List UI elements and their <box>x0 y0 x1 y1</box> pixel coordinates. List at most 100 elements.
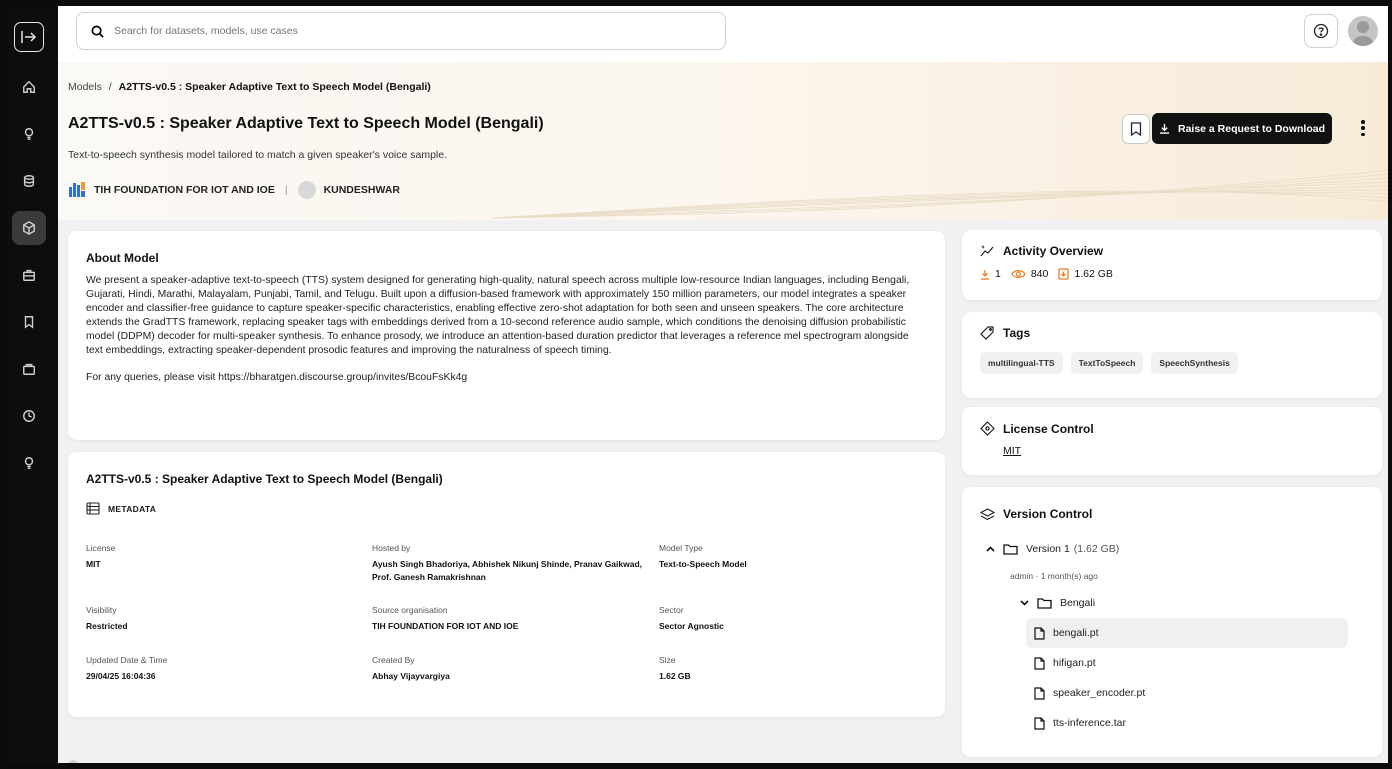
file-row-bengali[interactable]: bengali.pt <box>1026 618 1348 648</box>
version-control-card: Version Control Version 1 (1.62 GB) admi… <box>962 487 1382 757</box>
meta-value: TIH FOUNDATION FOR IOT AND IOE <box>372 621 519 631</box>
about-description: We present a speaker-adaptive text-to-sp… <box>86 275 910 356</box>
expand-sidebar-icon[interactable] <box>14 22 44 52</box>
file-row-speaker-encoder[interactable]: speaker_encoder.pt <box>1026 678 1348 708</box>
folder-icon <box>1003 544 1018 555</box>
version-row[interactable]: Version 1 (1.62 GB) <box>986 534 1119 564</box>
owner-avatar <box>297 181 316 199</box>
top-bar <box>58 0 1392 62</box>
file-name: tts-inference.tar <box>1053 717 1126 729</box>
cube-icon[interactable] <box>12 211 46 245</box>
breadcrumb-models-link[interactable]: Models <box>68 81 102 93</box>
owner-separator: | <box>284 184 288 196</box>
meta-value: Abhay Vijayvargiya <box>372 671 450 681</box>
version-meta: admin · 1 month(s) ago <box>1010 571 1098 581</box>
tag-chip[interactable]: multilingual-TTS <box>980 352 1063 374</box>
chevron-up-icon <box>986 546 995 552</box>
meta-updated: Updated Date & Time 29/04/25 16:04:36 <box>86 655 356 683</box>
tags-title-text: Tags <box>1003 326 1031 340</box>
bookmark-button[interactable] <box>1122 114 1150 144</box>
file-row-tts-inference[interactable]: tts-inference.tar <box>1026 708 1348 738</box>
file-row-hifigan[interactable]: hifigan.pt <box>1026 648 1348 678</box>
search-input[interactable] <box>114 25 674 37</box>
home-icon[interactable] <box>12 70 46 104</box>
file-icon <box>1034 716 1045 730</box>
bookmark-icon <box>1130 122 1142 136</box>
license-control-card: License Control MIT <box>962 407 1382 475</box>
folder-icon <box>1037 598 1052 609</box>
owner-user-name[interactable]: KUNDESHWAR <box>324 184 400 196</box>
meta-label: Visibility <box>86 605 117 615</box>
database-icon[interactable] <box>12 164 46 198</box>
metadata-title: A2TTS-v0.5 : Speaker Adaptive Text to Sp… <box>86 472 443 486</box>
views-count: 840 <box>1030 268 1049 280</box>
model-header: Models / A2TTS-v0.5 : Speaker Adaptive T… <box>58 62 1392 220</box>
meta-hosted-by: Hosted by Ayush Singh Bhadoriya, Abhishe… <box>372 543 642 584</box>
bag-icon[interactable] <box>12 352 46 386</box>
meta-value: Text-to-Speech Model <box>659 559 747 569</box>
raise-request-download-button[interactable]: Raise a Request to Download <box>1152 113 1332 144</box>
download-button-label: Raise a Request to Download <box>1177 122 1326 135</box>
breadcrumb-separator: / <box>108 81 112 93</box>
license-icon <box>980 421 995 436</box>
meta-size: Size 1.62 GB <box>659 655 929 683</box>
clock-icon[interactable] <box>12 399 46 433</box>
meta-label: Created By <box>372 655 415 665</box>
meta-label: Source organisation <box>372 605 448 615</box>
org-logo-icon <box>69 182 85 197</box>
activity-overview-card: Activity Overview 1 840 1.62 GB <box>962 230 1382 300</box>
tag-chip[interactable]: TextToSpeech <box>1070 352 1144 374</box>
file-size-icon <box>1058 268 1070 280</box>
bulb-icon[interactable] <box>12 117 46 151</box>
more-options-icon[interactable] <box>1356 117 1370 139</box>
version-title-text: Version Control <box>1003 507 1093 521</box>
decorative-waves <box>492 169 1392 219</box>
file-icon <box>1034 626 1045 640</box>
briefcase-icon[interactable] <box>12 258 46 292</box>
activity-title: Activity Overview <box>980 244 1364 258</box>
file-name: hifigan.pt <box>1053 657 1096 669</box>
page-subtitle: Text-to-speech synthesis model tailored … <box>68 149 448 161</box>
breadcrumb: Models / A2TTS-v0.5 : Speaker Adaptive T… <box>68 81 431 93</box>
meta-value: MIT <box>86 559 101 569</box>
about-queries: For any queries, please visit https://bh… <box>86 372 468 383</box>
tag-list: multilingual-TTS TextToSpeech SpeechSynt… <box>980 352 1364 374</box>
meta-value: 29/04/25 16:04:36 <box>86 671 156 681</box>
bookmark-icon[interactable] <box>12 305 46 339</box>
about-title: About Model <box>86 251 159 265</box>
sidebar <box>0 0 58 769</box>
layers-icon <box>980 507 995 520</box>
about-model-card: About Model We present a speaker-adaptiv… <box>68 231 945 440</box>
meta-license: License MIT <box>86 543 356 571</box>
meta-sector: Sector Sector Agnostic <box>659 605 929 633</box>
help-button[interactable] <box>1304 14 1338 48</box>
size-stat: 1.62 GB <box>1058 268 1113 280</box>
file-name: speaker_encoder.pt <box>1053 687 1146 699</box>
metadata-card: A2TTS-v0.5 : Speaker Adaptive Text to Sp… <box>68 452 945 717</box>
organisation-name[interactable]: TIH FOUNDATION FOR IOT AND IOE <box>94 184 275 196</box>
folder-row[interactable]: Bengali <box>1020 588 1095 618</box>
bulb-icon[interactable] <box>12 446 46 480</box>
version-title: Version Control <box>980 507 1364 521</box>
download-icon <box>1159 123 1170 134</box>
meta-label: License <box>86 543 116 553</box>
meta-label: Model Type <box>659 543 703 553</box>
views-stat: 840 <box>1011 268 1049 280</box>
activity-title-text: Activity Overview <box>1003 244 1104 258</box>
sparkle-chart-icon <box>980 245 994 257</box>
meta-visibility: Visibility Restricted <box>86 605 356 633</box>
page-title: A2TTS-v0.5 : Speaker Adaptive Text to Sp… <box>68 115 544 132</box>
metadata-section-header: METADATA <box>86 502 927 515</box>
metadata-label: METADATA <box>108 503 157 514</box>
search-bar[interactable] <box>76 12 726 50</box>
folder-label: Bengali <box>1060 597 1096 609</box>
meta-value: Sector Agnostic <box>659 621 724 631</box>
license-title-text: License Control <box>1003 421 1094 436</box>
file-icon <box>1034 686 1045 700</box>
tag-chip[interactable]: SpeechSynthesis <box>1151 352 1238 374</box>
meta-source-org: Source organisation TIH FOUNDATION FOR I… <box>372 605 642 633</box>
user-avatar[interactable] <box>1348 16 1378 46</box>
license-title: License Control <box>980 421 1364 436</box>
license-link[interactable]: MIT <box>1003 445 1364 457</box>
meta-label: Sector <box>659 605 684 615</box>
